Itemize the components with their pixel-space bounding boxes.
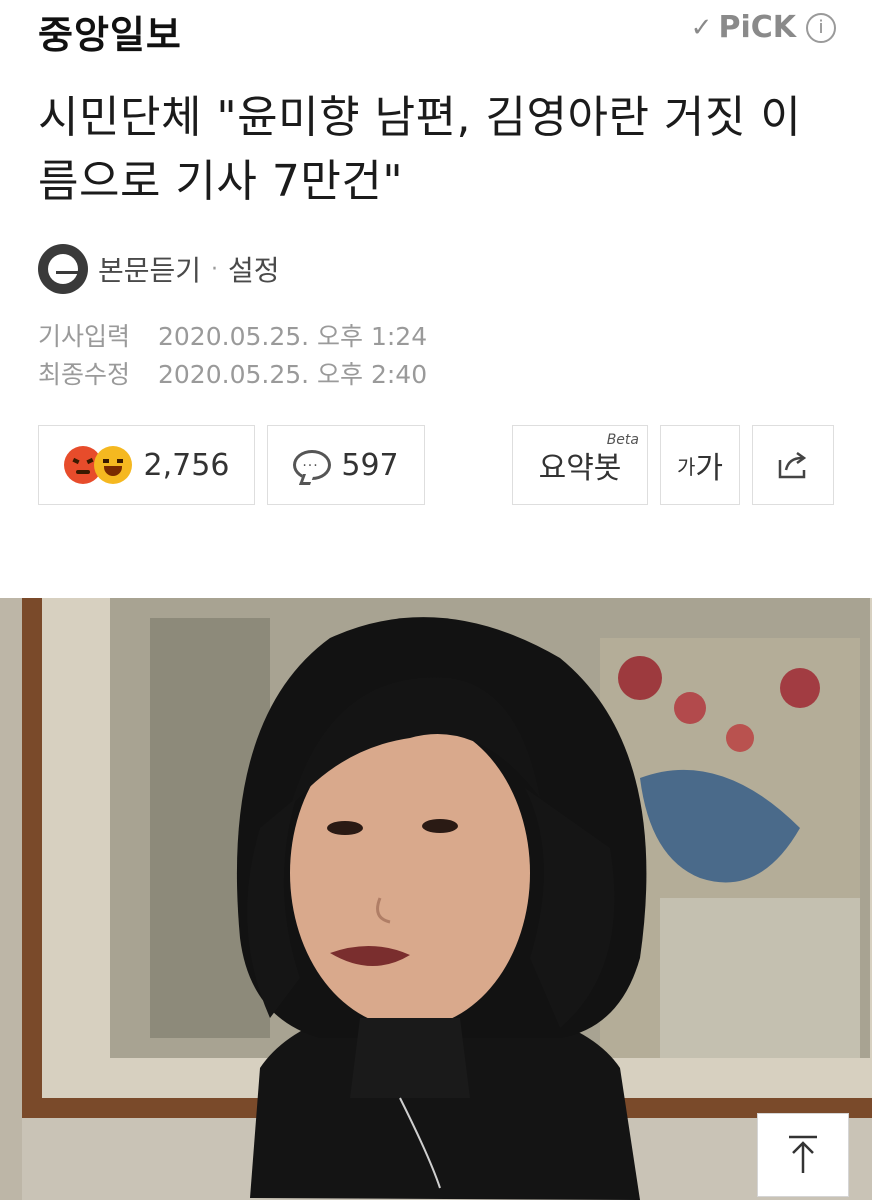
article-actions: 2,756 ··· 597 요약봇 Beta 가 가 — [38, 425, 834, 505]
separator-dot: · — [211, 256, 219, 282]
published-value: 2020.05.25. 오후 1:24 — [158, 322, 428, 351]
comment-bubble-icon: ··· — [293, 450, 332, 480]
pick-badge[interactable]: ✓ PiCK i — [691, 10, 836, 45]
listen-settings-button[interactable]: 설정 — [228, 249, 280, 289]
article-title: 시민단체 "윤미향 남편, 김영아란 거짓 이름으로 기사 7만건" — [38, 92, 802, 207]
pick-label: PiCK — [718, 10, 796, 45]
share-icon — [778, 451, 807, 479]
laugh-emoji-icon — [93, 446, 132, 484]
article-dates: 기사입력 2020.05.25. 오후 1:24 최종수정 2020.05.25… — [38, 318, 427, 394]
info-icon[interactable]: i — [806, 12, 836, 43]
comment-button[interactable]: ··· 597 — [267, 425, 425, 505]
share-button[interactable] — [752, 425, 834, 505]
font-small-glyph: 가 — [676, 454, 696, 479]
scroll-to-top-button[interactable] — [757, 1113, 849, 1197]
arrow-up-icon — [789, 1135, 817, 1173]
published-row: 기사입력 2020.05.25. 오후 1:24 — [38, 318, 427, 356]
article-photo[interactable] — [0, 598, 872, 1200]
modified-value: 2020.05.25. 오후 2:40 — [158, 360, 428, 389]
reaction-count: 2,756 — [143, 447, 230, 483]
published-label: 기사입력 — [38, 322, 131, 351]
checkmark-icon: ✓ — [690, 12, 713, 43]
comment-count: 597 — [341, 447, 399, 483]
summary-bot-label: 요약봇 — [538, 451, 622, 486]
listen-button[interactable]: 본문듣기 — [98, 249, 201, 289]
summary-bot-button[interactable]: 요약봇 Beta — [512, 425, 648, 505]
modified-label: 최종수정 — [38, 360, 131, 389]
font-large-glyph: 가 — [695, 451, 723, 486]
top-bar: 중앙일보 ✓ PiCK i — [0, 0, 872, 70]
listen-row: 본문듣기 · 설정 — [38, 244, 280, 294]
reaction-button[interactable]: 2,756 — [38, 425, 255, 505]
modified-row: 최종수정 2020.05.25. 오후 2:40 — [38, 356, 427, 394]
publisher-logo[interactable]: 중앙일보 — [38, 4, 182, 59]
beta-badge: Beta — [606, 432, 639, 448]
font-size-button[interactable]: 가 가 — [660, 425, 740, 505]
listen-icon[interactable] — [38, 244, 88, 294]
